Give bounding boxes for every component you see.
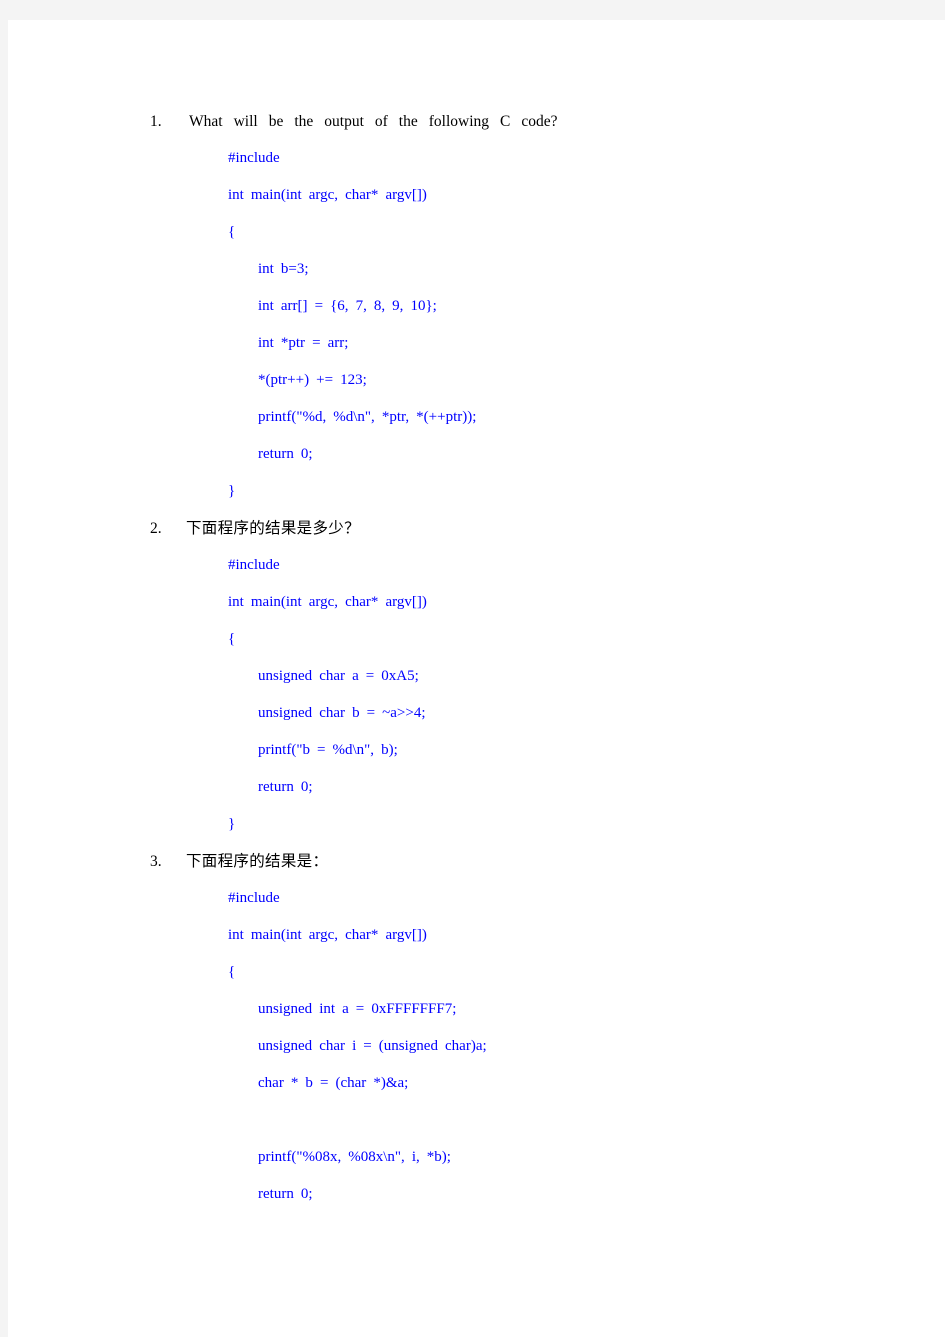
- question-item: 2. 下面程序的结果是多少？ #include int main(int argc, …: [8, 510, 945, 843]
- code-block: #include int main(int argc, char* argv[])…: [8, 547, 945, 843]
- code-line: int arr[] = {6, 7, 8, 9, 10};: [258, 298, 437, 314]
- question-number: 3.: [150, 853, 162, 870]
- question-heading: 3. 下面程序的结果是：: [8, 843, 945, 880]
- code-line: unsigned int a = 0xFFFFFFF7;: [258, 1001, 457, 1017]
- code-line: printf("%08x, %08x\n", i, *b);: [258, 1149, 451, 1165]
- code-line: return 0;: [258, 446, 313, 462]
- code-line: int *ptr = arr;: [258, 335, 349, 351]
- question-prompt: 下面程序的结果是：: [186, 853, 329, 870]
- question-item: 3. 下面程序的结果是： #include int main(int argc, ch…: [8, 843, 945, 1213]
- code-line: int b=3;: [258, 261, 309, 277]
- code-line: int main(int argc, char* argv[]): [228, 927, 427, 943]
- document-body: 1. What will be the output of the followi…: [8, 20, 945, 1213]
- question-prompt: What will be the output of the following…: [189, 113, 558, 130]
- code-line: printf("b = %d\n", b);: [258, 742, 398, 758]
- code-block: #include int main(int argc, char* argv[])…: [8, 140, 945, 510]
- code-line: *(ptr++) += 123;: [258, 372, 367, 388]
- code-line: return 0;: [258, 1186, 313, 1202]
- code-line: }: [228, 483, 236, 499]
- question-number: 2.: [150, 520, 162, 537]
- question-heading: 1. What will be the output of the followi…: [8, 103, 945, 140]
- question-number: 1.: [150, 113, 162, 130]
- code-line: int main(int argc, char* argv[]): [228, 594, 427, 610]
- code-line: {: [228, 964, 236, 980]
- code-line: #include: [228, 890, 280, 906]
- code-line: char * b = (char *)&a;: [258, 1075, 409, 1091]
- code-line: int main(int argc, char* argv[]): [228, 187, 427, 203]
- question-heading: 2. 下面程序的结果是多少？: [8, 510, 945, 547]
- code-line: unsigned char i = (unsigned char)a;: [258, 1038, 487, 1054]
- code-line: printf("%d, %d\n", *ptr, *(++ptr));: [258, 409, 477, 425]
- document-page: 1. What will be the output of the followi…: [8, 20, 945, 1337]
- code-line: unsigned char b = ~a>>4;: [258, 705, 426, 721]
- code-line: #include: [228, 557, 280, 573]
- code-line: {: [228, 224, 236, 240]
- code-line: #include: [228, 150, 280, 166]
- code-line: return 0;: [258, 779, 313, 795]
- code-line: }: [228, 816, 236, 832]
- question-item: 1. What will be the output of the followi…: [8, 103, 945, 510]
- question-list: 1. What will be the output of the followi…: [8, 103, 945, 1213]
- code-line: {: [228, 631, 236, 647]
- code-line: unsigned char a = 0xA5;: [258, 668, 419, 684]
- question-prompt: 下面程序的结果是多少？: [186, 520, 360, 537]
- code-block: #include int main(int argc, char* argv[])…: [8, 880, 945, 1213]
